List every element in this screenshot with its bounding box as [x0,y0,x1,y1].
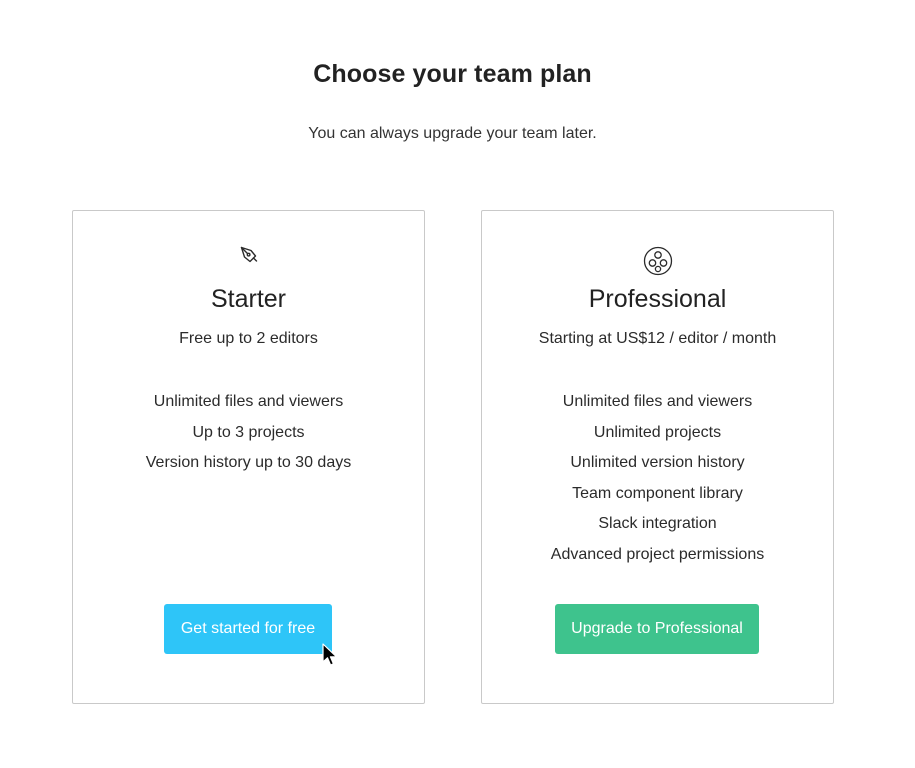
feature-item: Unlimited version history [570,454,745,472]
feature-item: Version history up to 30 days [145,454,352,472]
plan-name: Professional [588,285,727,313]
page-subtitle: You can always upgrade your team later. [308,125,597,142]
plan-selection-page: Choose your team plan You can always upg… [0,0,915,768]
plan-price: Free up to 2 editors [179,330,318,347]
page-title: Choose your team plan [313,60,592,88]
feature-list: Unlimited files and viewers Up to 3 proj… [73,387,424,479]
mouse-cursor-icon [322,643,338,666]
feature-item: Slack integration [598,515,717,533]
professional-plan-card: Professional Starting at US$12 / editor … [481,210,834,704]
feature-item: Up to 3 projects [192,423,305,441]
get-started-free-button[interactable]: Get started for free [164,604,332,654]
team-icon [482,246,833,276]
feature-list: Unlimited files and viewers Unlimited pr… [482,387,833,571]
upgrade-to-professional-button[interactable]: Upgrade to Professional [555,604,759,654]
starter-plan-card: Starter Free up to 2 editors Unlimited f… [72,210,425,704]
feature-item: Unlimited files and viewers [153,393,344,410]
feature-item: Unlimited projects [593,423,722,441]
feature-item: Team component library [572,484,743,502]
feature-item: Unlimited files and viewers [562,393,753,410]
plan-name: Starter [210,285,287,313]
pen-tool-icon [73,245,424,265]
feature-item: Advanced project permissions [550,545,765,563]
plan-price: Starting at US$12 / editor / month [538,330,777,347]
